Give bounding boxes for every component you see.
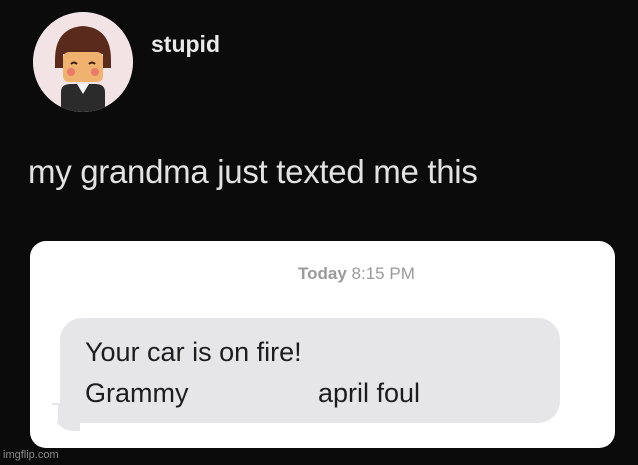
avatar[interactable] — [33, 12, 133, 112]
message-line-1: Your car is on fire! — [85, 337, 302, 367]
message-sender: Grammy — [85, 378, 189, 408]
watermark: imgflip.com — [3, 449, 59, 461]
screenshot: stupid my grandma just texted me this To… — [0, 0, 638, 465]
timestamp-day: Today — [298, 264, 347, 283]
message-timestamp: Today 8:15 PM — [298, 264, 415, 284]
post-text: my grandma just texted me this — [28, 153, 478, 190]
avatar-character-icon — [33, 12, 133, 112]
message-note: april foul — [318, 378, 421, 408]
username[interactable]: stupid — [151, 31, 220, 58]
timestamp-time: 8:15 PM — [351, 264, 415, 283]
text-message-screenshot: Today 8:15 PM Your car is on fire! Gramm… — [30, 241, 615, 448]
